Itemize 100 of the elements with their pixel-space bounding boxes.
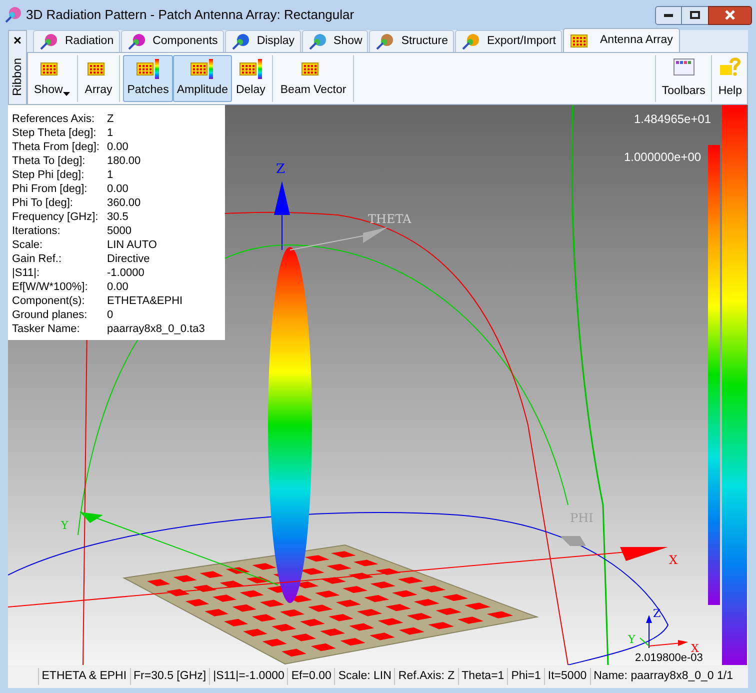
antenna-patch	[376, 568, 401, 575]
antenna-patch	[224, 618, 248, 626]
ribbon-button[interactable]: Delay	[232, 55, 270, 102]
info-value: 30.5	[107, 210, 128, 224]
maximize-button[interactable]	[682, 6, 708, 24]
axis-label: THETA	[368, 212, 412, 226]
ribbon-tab[interactable]: Export/Import	[454, 30, 562, 52]
axis-label: Z	[276, 162, 286, 177]
antenna-patch	[173, 575, 197, 582]
minimize-icon	[664, 14, 673, 16]
ribbon-button[interactable]: Array	[80, 55, 116, 102]
info-value: 0.00	[107, 182, 128, 196]
maximize-icon	[690, 11, 700, 19]
pattern-icon	[308, 32, 328, 50]
array-icon	[238, 58, 263, 80]
ribbon-button[interactable]: Toolbars	[658, 55, 708, 102]
info-label: References Axis:	[12, 112, 96, 126]
info-label: Ground planes:	[12, 308, 88, 322]
antenna-patch	[398, 627, 424, 635]
antenna-patch	[326, 564, 352, 571]
status-item: Fr=30.5 [GHz]	[130, 668, 210, 686]
antenna-patch	[348, 572, 374, 580]
antenna-patch	[246, 576, 271, 584]
toolbar-icon	[672, 57, 695, 77]
info-label: Tasker Name:	[12, 322, 81, 336]
ribbon-button[interactable]: Help	[715, 55, 745, 102]
ribbon-tab[interactable]: Radiation	[33, 30, 120, 52]
info-label: Phi From [deg]:	[12, 182, 88, 196]
info-value: Directive	[107, 252, 150, 266]
antenna-patch	[147, 579, 170, 586]
help-icon	[719, 57, 742, 77]
close-ribbon-button[interactable]: ×	[13, 31, 22, 49]
antenna-patch	[310, 643, 336, 652]
antenna-patch	[340, 638, 366, 646]
info-value: 0.00	[107, 280, 128, 294]
antenna-patch	[328, 614, 354, 622]
antenna-patch	[243, 628, 268, 636]
antenna-patch	[185, 599, 210, 606]
info-value: 0.00	[107, 140, 128, 154]
ribbon-label[interactable]: Ribbon	[8, 57, 26, 96]
antenna-patch	[262, 638, 287, 647]
pattern-icon	[126, 32, 147, 50]
antenna-patch	[353, 560, 378, 566]
minimize-button[interactable]	[655, 6, 682, 24]
antenna-patch	[392, 590, 418, 598]
antenna-patch	[321, 577, 346, 584]
status-item: Ref.Axis: Z	[394, 668, 458, 686]
ribbon-tab[interactable]: Antenna Array	[563, 28, 680, 52]
info-value: 1	[107, 126, 114, 140]
info-value: 360.00	[107, 196, 141, 210]
info-value: paarray8x8_0_0.ta3	[107, 322, 205, 336]
ribbon-tab[interactable]: Structure	[369, 30, 454, 52]
mini-axes-drawing	[640, 615, 688, 648]
ribbon-button[interactable]: Amplitude	[172, 55, 232, 102]
antenna-patch	[232, 604, 256, 612]
array-icon	[190, 58, 214, 80]
info-value: 180.00	[107, 154, 141, 168]
antenna-patch	[212, 594, 237, 602]
antenna-patch	[192, 584, 217, 592]
axis-label: Z	[653, 607, 661, 620]
z-axis-arrow	[274, 181, 290, 250]
info-value: Z	[107, 112, 114, 126]
legend-max-label: 1.484965e+01	[634, 112, 712, 126]
antenna-patch	[356, 608, 382, 616]
antenna-patch	[240, 590, 264, 598]
antenna-patch	[342, 586, 368, 593]
antenna-patch	[349, 623, 374, 631]
status-item: Ef=0.00	[287, 668, 334, 686]
antenna-patch	[252, 614, 276, 622]
antenna-patch	[300, 618, 325, 626]
info-label: Iterations:	[12, 224, 62, 238]
ribbon-button[interactable]: Patches	[123, 55, 173, 102]
status-item: Theta=1	[458, 668, 508, 686]
close-button[interactable]	[708, 6, 752, 24]
antenna-patch	[291, 634, 316, 642]
info-label: Ef[W/W*100%]:	[12, 280, 89, 294]
antenna-patch	[300, 568, 324, 575]
ribbon-button[interactable]: Show	[30, 55, 74, 102]
axis-label: Y	[628, 633, 636, 646]
info-label: Theta To [deg]:	[12, 154, 86, 168]
antenna-patch	[200, 571, 224, 578]
antenna-patch	[457, 616, 484, 624]
antenna-patch	[260, 600, 284, 608]
antenna-patch	[398, 576, 424, 584]
ribbon-tab[interactable]: Components	[120, 30, 224, 52]
info-label: |S11|:	[12, 266, 41, 280]
legend-reference-label: 1.000000e+00	[624, 150, 702, 164]
ribbon-tab[interactable]: Display	[224, 30, 301, 52]
status-item: It=5000	[544, 668, 590, 686]
ribbon-button[interactable]: Beam Vector	[276, 55, 350, 102]
antenna-patch	[282, 648, 306, 657]
info-label: Step Phi [deg]:	[12, 168, 86, 182]
info-value: -1.0000	[107, 266, 144, 280]
ribbon-tab[interactable]: Show	[302, 30, 368, 52]
antenna-patch	[226, 567, 250, 574]
antenna-patch	[370, 581, 396, 588]
min-value-label: 2.019800e-03	[635, 652, 703, 664]
antenna-patch	[220, 580, 244, 588]
info-value: ETHETA&EPHI	[107, 294, 183, 308]
antenna-patch	[420, 586, 446, 592]
